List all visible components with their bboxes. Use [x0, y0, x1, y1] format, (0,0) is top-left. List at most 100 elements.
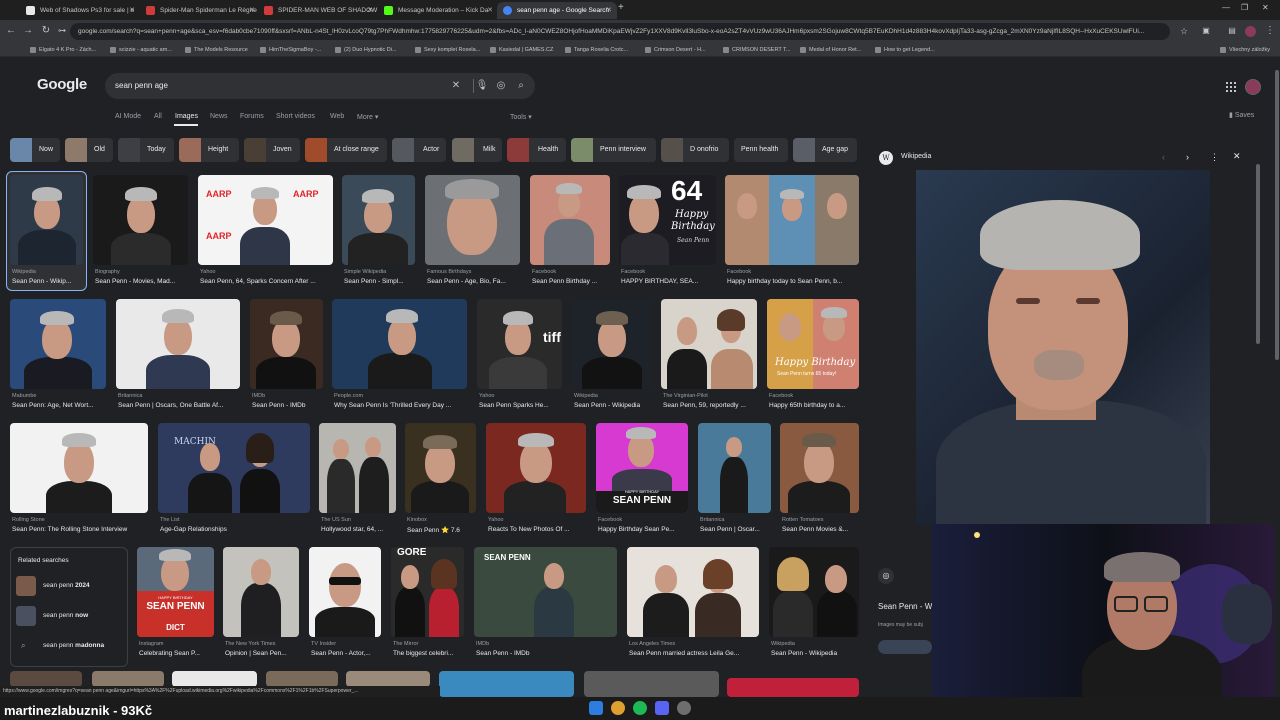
minimize-icon[interactable]: — — [1222, 3, 1230, 12]
result-image[interactable] — [342, 175, 415, 265]
tab-all[interactable]: All — [154, 113, 162, 120]
result-title[interactable]: Happy Birthday Sean Pe... — [598, 526, 688, 533]
chip-at-close-range[interactable]: At close range — [305, 138, 387, 162]
bookmark[interactable]: Crimson Desert - H... — [645, 43, 706, 57]
tab-news[interactable]: News — [210, 113, 228, 120]
result-image[interactable]: tiff — [477, 299, 562, 389]
result-image[interactable] — [223, 547, 299, 637]
result-title[interactable]: The biggest celebri... — [393, 650, 464, 657]
result-title[interactable]: Sean Penn: The Rolling Stone Interview — [12, 526, 148, 533]
chip-health[interactable]: Health — [507, 138, 566, 162]
bookmark[interactable]: CRIMSON DESERT T... — [723, 43, 790, 57]
result-image[interactable]: GORE — [391, 547, 464, 637]
related-search-item[interactable]: sean penn now — [11, 604, 127, 628]
google-apps-icon[interactable] — [1226, 82, 1236, 92]
google-logo[interactable]: Google — [37, 76, 87, 93]
result-image[interactable] — [250, 299, 323, 389]
close-window-icon[interactable]: ✕ — [1262, 3, 1269, 12]
close-tab-icon[interactable]: ✕ — [606, 2, 612, 19]
chip-actor[interactable]: Actor — [392, 138, 446, 162]
search-input[interactable]: sean penn age — [115, 73, 168, 99]
result-image[interactable]: MACHIN — [158, 423, 310, 513]
search-box[interactable]: sean penn age ✕ 🎙 ◎ ⌕ — [105, 73, 535, 99]
related-search-item[interactable]: ⌕ sean penn madonna — [11, 634, 127, 658]
close-panel-icon[interactable]: ✕ — [1233, 151, 1241, 162]
result-image[interactable]: HAPPY BIRTHDAY SEAN PENN — [596, 423, 688, 513]
site-info-icon[interactable]: ⊶ — [56, 25, 68, 37]
address-bar[interactable]: google.com/search?q=sean+penn+age&sca_es… — [70, 23, 1170, 40]
windows-start-icon[interactable] — [589, 701, 603, 715]
back-icon[interactable]: ← — [5, 25, 17, 37]
page-scrollbar[interactable] — [1274, 60, 1280, 700]
forward-icon[interactable]: → — [22, 25, 34, 37]
result-image[interactable] — [266, 671, 338, 687]
close-tab-icon[interactable]: ✕ — [487, 2, 493, 19]
browser-tab-active[interactable]: sean penn age - Google Search ✕ — [497, 2, 617, 19]
spotify-icon[interactable] — [633, 701, 647, 715]
result-image[interactable] — [780, 423, 859, 513]
browser-tab[interactable]: Web of Shadows Ps3 for sale | e ✕ — [20, 2, 140, 19]
result-title[interactable]: Sean Penn - Age, Bio, Fa... — [427, 278, 519, 285]
result-title[interactable]: HAPPY BIRTHDAY, SEA... — [621, 278, 715, 285]
clear-icon[interactable]: ✕ — [449, 79, 463, 93]
chip-d-onofrio[interactable]: D onofrio — [661, 138, 729, 162]
result-image[interactable] — [572, 299, 652, 389]
result-title[interactable]: Sean Penn - Actor,... — [311, 650, 381, 657]
result-image[interactable] — [725, 175, 859, 265]
result-image[interactable]: AARP AARP AARP — [198, 175, 333, 265]
result-title[interactable]: Sean Penn - Wikip... — [12, 278, 84, 285]
result-title[interactable]: Sean Penn - IMDb — [252, 402, 322, 409]
tab-images[interactable]: Images — [175, 113, 198, 120]
saves-button[interactable]: ▮ Saves — [1229, 111, 1254, 119]
result-image[interactable] — [346, 671, 430, 687]
result-image[interactable] — [319, 423, 396, 513]
more-options-icon[interactable]: ⋮ — [1210, 152, 1219, 163]
scrollbar-thumb[interactable] — [1275, 70, 1279, 360]
maximize-icon[interactable]: ❐ — [1241, 3, 1248, 12]
all-bookmarks[interactable]: Všechny záložky — [1220, 43, 1270, 57]
result-title[interactable]: Sean Penn - Movies, Mad... — [95, 278, 187, 285]
result-title[interactable]: Sean Penn: Age, Net Wort... — [12, 402, 106, 409]
tab-web[interactable]: Web — [330, 113, 344, 120]
result-image[interactable]: Happy Birthday Sean Penn turns 65 today! — [767, 299, 859, 389]
result-image[interactable]: 64 Happy Birthday Sean Penn — [619, 175, 716, 265]
close-tab-icon[interactable]: ✕ — [129, 2, 135, 19]
obs-icon[interactable] — [677, 701, 691, 715]
result-title[interactable]: Reacts To New Photos Of ... — [488, 526, 586, 533]
new-tab-button[interactable]: + — [618, 2, 624, 13]
bookmark[interactable]: How to get Legend... — [875, 43, 935, 57]
close-tab-icon[interactable]: ✕ — [367, 2, 373, 19]
chip-joven[interactable]: Joven — [244, 138, 300, 162]
bookmark[interactable]: scizzie - aquatic am... — [110, 43, 172, 57]
result-image[interactable] — [332, 299, 467, 389]
result-title[interactable]: Sean Penn married actress Leila Ge... — [629, 650, 759, 657]
result-title[interactable]: Sean Penn - Wikipedia — [771, 650, 859, 657]
previous-icon[interactable]: ‹ — [1162, 152, 1165, 162]
result-image[interactable] — [698, 423, 771, 513]
next-icon[interactable]: › — [1186, 152, 1189, 162]
preview-image[interactable] — [916, 170, 1210, 525]
related-search-item[interactable]: sean penn 2024 — [11, 574, 127, 598]
result-image[interactable] — [10, 175, 83, 265]
result-title[interactable]: Why Sean Penn Is 'Thrilled Every Day ... — [334, 402, 467, 409]
chip-milk[interactable]: Milk — [452, 138, 502, 162]
bookmark[interactable]: (2) Duo Hypnotic Di... — [335, 43, 397, 57]
browser-tab[interactable]: SPIDER-MAN WEB OF SHADOW ✕ — [258, 2, 378, 19]
tools-button[interactable]: Tools ▾ — [510, 113, 532, 121]
bookmark[interactable]: Tanga Roxelia Crotc... — [565, 43, 628, 57]
panel-scrollbar[interactable] — [1256, 164, 1260, 344]
result-title[interactable]: Sean Penn - IMDb — [476, 650, 616, 657]
lens-icon[interactable]: ◎ — [494, 79, 508, 93]
result-title[interactable]: Sean Penn | Oscar... — [700, 526, 771, 533]
result-image[interactable] — [172, 671, 257, 687]
result-image[interactable] — [10, 299, 106, 389]
result-title[interactable]: Opinion | Sean Pen... — [225, 650, 299, 657]
result-image[interactable] — [627, 547, 759, 637]
result-image[interactable] — [309, 547, 381, 637]
browser-menu-icon[interactable]: ⋮ — [1264, 25, 1276, 37]
result-image[interactable] — [769, 547, 859, 637]
result-image[interactable] — [439, 671, 574, 697]
result-image[interactable] — [92, 671, 164, 687]
bookmark[interactable]: Sexy komplet Roxela... — [415, 43, 480, 57]
result-image[interactable] — [10, 671, 82, 687]
